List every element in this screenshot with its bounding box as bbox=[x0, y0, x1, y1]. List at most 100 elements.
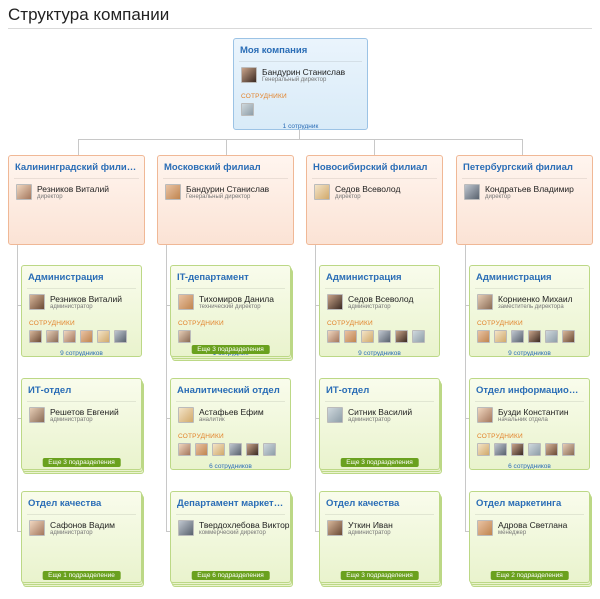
avatar[interactable] bbox=[80, 330, 93, 343]
company-head[interactable]: Бандурин Станислав Генеральный директор bbox=[241, 67, 367, 89]
person[interactable]: Седов Всеволод директор bbox=[314, 184, 442, 206]
person[interactable]: Решетов Евгений администратор bbox=[29, 407, 141, 429]
staff-count-link[interactable]: 9 сотрудников bbox=[470, 350, 589, 356]
company-title[interactable]: Моя компания bbox=[234, 39, 367, 56]
department-title[interactable]: ИТ-отдел bbox=[22, 379, 141, 396]
department-card[interactable]: Администрация Корниенко Михаил заместитель… bbox=[469, 265, 590, 357]
avatar[interactable] bbox=[477, 443, 490, 456]
person[interactable]: Уткин Иван администратор bbox=[327, 520, 439, 542]
department-card[interactable]: Отдел качества Уткин Иван администратор Еще… bbox=[319, 491, 440, 583]
more-subdivisions-button[interactable]: Еще 3 подразделения bbox=[42, 458, 121, 467]
branch-title[interactable]: Калининградский филиал bbox=[9, 156, 144, 173]
staff-count-link[interactable]: 9 сотрудников bbox=[22, 350, 141, 356]
branch-title[interactable]: Новосибирский филиал bbox=[307, 156, 442, 173]
person[interactable]: Корниенко Михаил заместитель директора bbox=[477, 294, 589, 316]
person[interactable]: Бандурин Станислав Генеральный директор bbox=[165, 184, 293, 206]
branch-title[interactable]: Петербургский филиал bbox=[457, 156, 592, 173]
avatar[interactable] bbox=[494, 443, 507, 456]
department-title[interactable]: Отдел качества bbox=[320, 492, 439, 509]
person[interactable]: Резников Виталий администратор bbox=[29, 294, 141, 316]
department-title[interactable]: Аналитический отдел bbox=[171, 379, 290, 396]
department-card[interactable]: Отдел маркетинга Адрова Светлана менеджер Е… bbox=[469, 491, 590, 583]
staff-count-link[interactable]: 1 сотрудник bbox=[234, 123, 367, 129]
avatar[interactable] bbox=[562, 443, 575, 456]
avatar[interactable] bbox=[114, 330, 127, 343]
department-card[interactable]: IT-департамент Тихомиров Данила технически… bbox=[170, 265, 291, 357]
avatar[interactable] bbox=[241, 103, 254, 116]
person[interactable]: Резников Виталий директор bbox=[16, 184, 144, 206]
branch-card[interactable]: Новосибирский филиал Седов Всеволод директ… bbox=[306, 155, 443, 245]
more-subdivisions-button[interactable]: Еще 1 подразделение bbox=[42, 571, 121, 580]
person[interactable]: Астафьев Ефим аналитик bbox=[178, 407, 290, 429]
avatar[interactable] bbox=[263, 443, 276, 456]
avatar[interactable] bbox=[378, 330, 391, 343]
avatar[interactable] bbox=[178, 443, 191, 456]
branch-card[interactable]: Калининградский филиал Резников Виталий ди… bbox=[8, 155, 145, 245]
department-title[interactable]: Отдел маркетинга bbox=[470, 492, 589, 509]
avatar[interactable] bbox=[545, 330, 558, 343]
department-card[interactable]: Отдел качества Сафонов Вадим администратор… bbox=[21, 491, 142, 583]
staff-count-link[interactable]: 6 сотрудников bbox=[470, 463, 589, 469]
department-title[interactable]: ИТ-отдел bbox=[320, 379, 439, 396]
person-role: Генеральный директор bbox=[186, 194, 251, 200]
avatar[interactable] bbox=[395, 330, 408, 343]
department-card[interactable]: Департамент маркети... Твердохлебова Викт… bbox=[170, 491, 291, 583]
avatar[interactable] bbox=[511, 330, 524, 343]
department-card[interactable]: Отдел информационн... Бузди Константин нач… bbox=[469, 378, 590, 470]
department-card[interactable]: ИТ-отдел Ситник Василий администратор Еще 3… bbox=[319, 378, 440, 470]
avatar[interactable] bbox=[562, 330, 575, 343]
avatar[interactable] bbox=[528, 443, 541, 456]
avatar[interactable] bbox=[29, 330, 42, 343]
department-title[interactable]: Отдел качества bbox=[22, 492, 141, 509]
branch-card[interactable]: Московский филиал Бандурин Станислав Генер… bbox=[157, 155, 294, 245]
person[interactable]: Адрова Светлана менеджер bbox=[477, 520, 589, 542]
avatar[interactable] bbox=[97, 330, 110, 343]
avatar[interactable] bbox=[195, 443, 208, 456]
avatar bbox=[477, 520, 493, 536]
avatar[interactable] bbox=[178, 330, 191, 343]
more-subdivisions-button[interactable]: Еще 3 подразделения bbox=[191, 345, 270, 354]
more-subdivisions-button[interactable]: Еще 3 подразделения bbox=[340, 571, 419, 580]
person[interactable]: Ситник Василий администратор bbox=[327, 407, 439, 429]
avatar[interactable] bbox=[327, 330, 340, 343]
avatar[interactable] bbox=[477, 330, 490, 343]
branch-title[interactable]: Московский филиал bbox=[158, 156, 293, 173]
department-title[interactable]: Департамент маркети... bbox=[171, 492, 290, 509]
avatar bbox=[165, 184, 181, 200]
avatar[interactable] bbox=[344, 330, 357, 343]
avatar[interactable] bbox=[511, 443, 524, 456]
staff-count-link[interactable]: 6 сотрудников bbox=[171, 463, 290, 469]
department-title[interactable]: Администрация bbox=[22, 266, 141, 283]
person[interactable]: Кондратьев Владимир директор bbox=[464, 184, 592, 206]
avatar[interactable] bbox=[361, 330, 374, 343]
branch-card[interactable]: Петербургский филиал Кондратьев Владимир д… bbox=[456, 155, 593, 245]
department-title[interactable]: Администрация bbox=[320, 266, 439, 283]
company-card[interactable]: Моя компания Бандурин Станислав Генераль… bbox=[233, 38, 368, 130]
person[interactable]: Сафонов Вадим администратор bbox=[29, 520, 141, 542]
department-card[interactable]: ИТ-отдел Решетов Евгений администратор Еще … bbox=[21, 378, 142, 470]
person[interactable]: Бузди Константин начальник отдела bbox=[477, 407, 589, 429]
person-role: начальник отдела bbox=[498, 417, 548, 423]
avatar[interactable] bbox=[246, 443, 259, 456]
person[interactable]: Тихомиров Данила технический директор bbox=[178, 294, 290, 316]
department-title[interactable]: IT-департамент bbox=[171, 266, 290, 283]
person[interactable]: Твердохлебова Виктор... коммерческий дире… bbox=[178, 520, 290, 542]
avatar[interactable] bbox=[212, 443, 225, 456]
department-card[interactable]: Администрация Резников Виталий администрат… bbox=[21, 265, 142, 357]
department-title[interactable]: Отдел информационн... bbox=[470, 379, 589, 396]
avatar[interactable] bbox=[528, 330, 541, 343]
avatar[interactable] bbox=[46, 330, 59, 343]
department-card[interactable]: Аналитический отдел Астафьев Ефим аналитик… bbox=[170, 378, 291, 470]
avatar[interactable] bbox=[545, 443, 558, 456]
avatar[interactable] bbox=[229, 443, 242, 456]
more-subdivisions-button[interactable]: Еще 3 подразделения bbox=[340, 458, 419, 467]
staff-count-link[interactable]: 9 сотрудников bbox=[320, 350, 439, 356]
avatar[interactable] bbox=[494, 330, 507, 343]
avatar[interactable] bbox=[63, 330, 76, 343]
more-subdivisions-button[interactable]: Еще 2 подразделения bbox=[490, 571, 569, 580]
department-card[interactable]: Администрация Седов Всеволод администратор… bbox=[319, 265, 440, 357]
department-title[interactable]: Администрация bbox=[470, 266, 589, 283]
more-subdivisions-button[interactable]: Еще 6 подразделения bbox=[191, 571, 270, 580]
person[interactable]: Седов Всеволод администратор bbox=[327, 294, 439, 316]
avatar[interactable] bbox=[412, 330, 425, 343]
